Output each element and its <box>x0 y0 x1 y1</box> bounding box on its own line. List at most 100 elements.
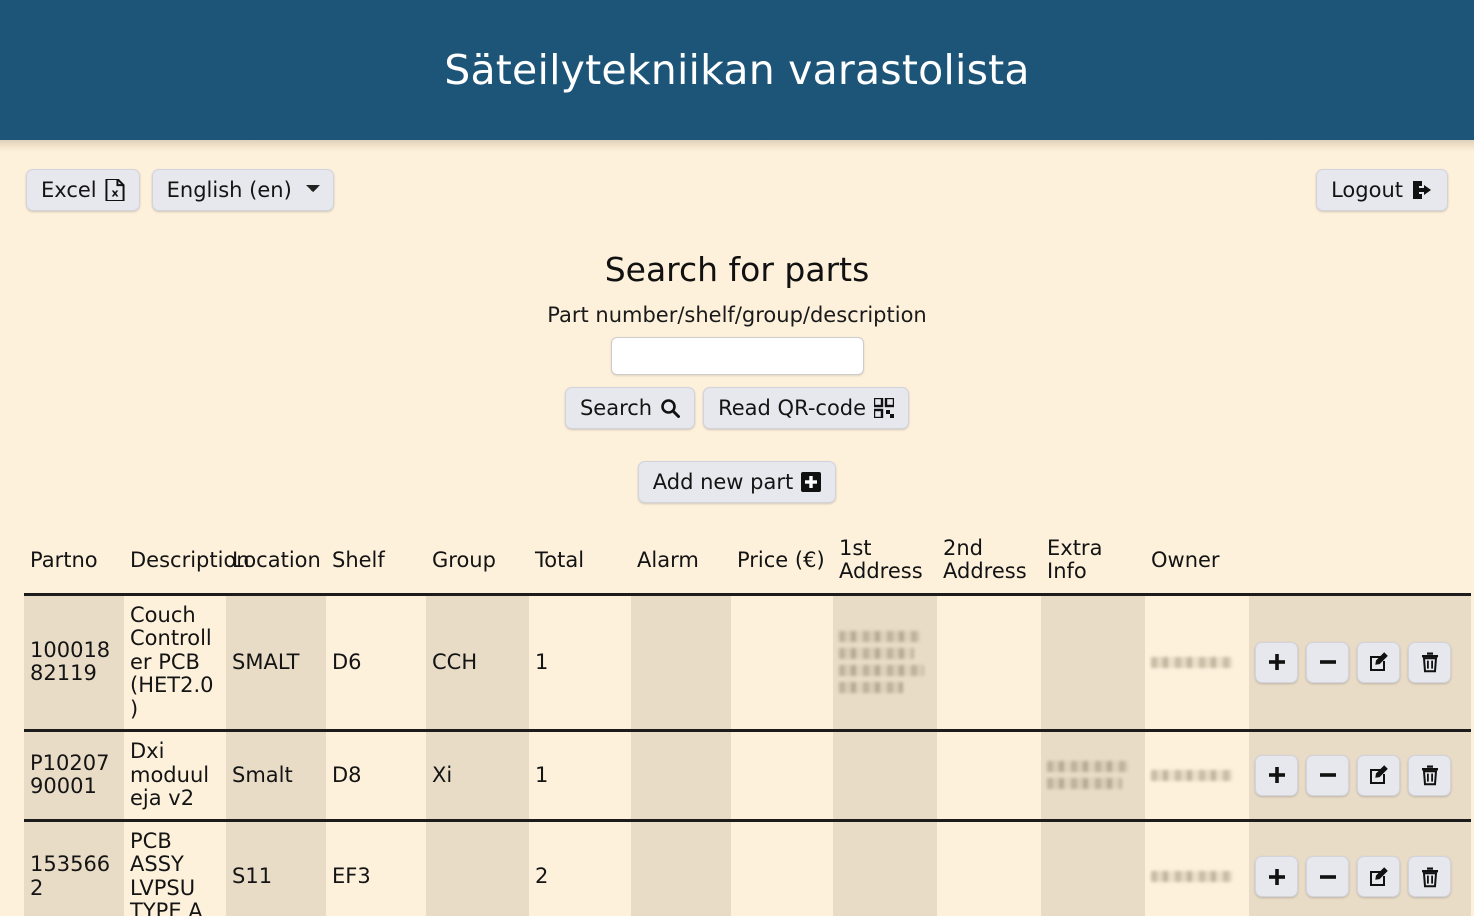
remove-quantity-button[interactable] <box>1306 856 1349 897</box>
redacted-text <box>1151 657 1243 668</box>
trash-icon <box>1419 651 1441 673</box>
table-row: 1535662PCB ASSY LVPSU TYPE AS11EF32 <box>24 820 1471 916</box>
cell-total: 2 <box>529 820 631 916</box>
remove-quantity-button[interactable] <box>1306 755 1349 796</box>
column-header-address1: 1st Address <box>833 531 937 594</box>
logout-button-label: Logout <box>1331 178 1403 202</box>
search-section: Search for parts Part number/shelf/group… <box>0 228 1474 503</box>
redacted-text <box>839 631 931 693</box>
top-toolbar: Excel x English (en) Logout <box>0 152 1474 228</box>
parts-table-header: Partno Description Location Shelf Group … <box>24 531 1471 594</box>
trash-icon <box>1419 764 1441 786</box>
search-heading: Search for parts <box>0 250 1474 289</box>
table-header-row: Partno Description Location Shelf Group … <box>24 531 1471 594</box>
column-header-actions <box>1249 531 1471 594</box>
parts-table-wrapper: Partno Description Location Shelf Group … <box>0 531 1474 916</box>
trash-icon <box>1419 866 1441 888</box>
cell-shelf: D8 <box>326 731 426 821</box>
search-field-label: Part number/shelf/group/description <box>0 303 1474 327</box>
add-quantity-button[interactable] <box>1255 755 1298 796</box>
column-header-extra-info: Extra Info <box>1041 531 1145 594</box>
search-button-group: Search Read QR-code <box>0 387 1474 429</box>
parts-table-body: 10001882119Couch Controller PCB (HET2.0)… <box>24 594 1471 916</box>
cell-owner <box>1145 820 1249 916</box>
excel-export-button[interactable]: Excel x <box>26 169 140 211</box>
cell-partno: P1020790001 <box>24 731 124 821</box>
add-new-part-wrapper: Add new part <box>0 461 1474 503</box>
cell-location: Smalt <box>226 731 326 821</box>
qr-code-icon <box>874 398 894 418</box>
cell-address2 <box>937 731 1041 821</box>
delete-part-button[interactable] <box>1408 856 1451 897</box>
pencil-square-icon <box>1368 764 1390 786</box>
delete-part-button[interactable] <box>1408 755 1451 796</box>
excel-button-label: Excel <box>41 178 97 202</box>
minus-icon <box>1317 651 1339 673</box>
page-title: Säteilytekniikan varastolista <box>444 50 1030 91</box>
cell-price <box>731 594 833 731</box>
read-qr-code-label: Read QR-code <box>718 396 866 420</box>
edit-part-button[interactable] <box>1357 642 1400 683</box>
table-row: P1020790001Dxi moduuleja v2SmaltD8Xi1 <box>24 731 1471 821</box>
cell-address1 <box>833 731 937 821</box>
table-row: 10001882119Couch Controller PCB (HET2.0)… <box>24 594 1471 731</box>
cell-shelf: D6 <box>326 594 426 731</box>
cell-total: 1 <box>529 731 631 821</box>
file-excel-icon: x <box>105 179 125 201</box>
plus-icon <box>1266 651 1288 673</box>
cell-alarm <box>631 731 731 821</box>
edit-part-button[interactable] <box>1357 856 1400 897</box>
column-header-group: Group <box>426 531 529 594</box>
add-quantity-button[interactable] <box>1255 642 1298 683</box>
cell-alarm <box>631 820 731 916</box>
column-header-description: Description <box>124 531 226 594</box>
search-button-label: Search <box>580 396 652 420</box>
cell-address1 <box>833 820 937 916</box>
add-new-part-label: Add new part <box>653 470 793 494</box>
magnifier-icon <box>660 398 680 418</box>
cell-price <box>731 731 833 821</box>
cell-actions <box>1249 594 1471 731</box>
cell-partno: 1535662 <box>24 820 124 916</box>
column-header-partno: Partno <box>24 531 124 594</box>
redacted-text <box>1151 770 1243 781</box>
cell-price <box>731 820 833 916</box>
search-input[interactable] <box>611 337 864 375</box>
cell-location: S11 <box>226 820 326 916</box>
cell-total: 1 <box>529 594 631 731</box>
redacted-text <box>1151 871 1243 882</box>
column-header-price: Price (€) <box>731 531 833 594</box>
cell-owner <box>1145 594 1249 731</box>
read-qr-code-button[interactable]: Read QR-code <box>703 387 909 429</box>
edit-part-button[interactable] <box>1357 755 1400 796</box>
cell-shelf: EF3 <box>326 820 426 916</box>
delete-part-button[interactable] <box>1408 642 1451 683</box>
language-select[interactable]: English (en) <box>152 169 334 211</box>
cell-partno: 10001882119 <box>24 594 124 731</box>
cell-actions <box>1249 820 1471 916</box>
cell-description: Couch Controller PCB (HET2.0) <box>124 594 226 731</box>
cell-address2 <box>937 820 1041 916</box>
cell-actions <box>1249 731 1471 821</box>
toolbar-right-group: Logout <box>1316 169 1448 211</box>
column-header-alarm: Alarm <box>631 531 731 594</box>
header-shadow-divider <box>0 140 1474 152</box>
cell-owner <box>1145 731 1249 821</box>
toolbar-left-group: Excel x English (en) <box>26 169 334 211</box>
column-header-owner: Owner <box>1145 531 1249 594</box>
cell-extra-info <box>1041 731 1145 821</box>
cell-group: Xi <box>426 731 529 821</box>
svg-text:x: x <box>111 187 118 200</box>
cell-group: CCH <box>426 594 529 731</box>
plus-square-icon <box>801 472 821 492</box>
app-header: Säteilytekniikan varastolista <box>0 0 1474 140</box>
remove-quantity-button[interactable] <box>1306 642 1349 683</box>
add-new-part-button[interactable]: Add new part <box>638 461 836 503</box>
logout-button[interactable]: Logout <box>1316 169 1448 211</box>
add-quantity-button[interactable] <box>1255 856 1298 897</box>
search-button[interactable]: Search <box>565 387 695 429</box>
cell-description: Dxi moduuleja v2 <box>124 731 226 821</box>
redacted-text <box>1047 761 1139 789</box>
column-header-shelf: Shelf <box>326 531 426 594</box>
pencil-square-icon <box>1368 866 1390 888</box>
